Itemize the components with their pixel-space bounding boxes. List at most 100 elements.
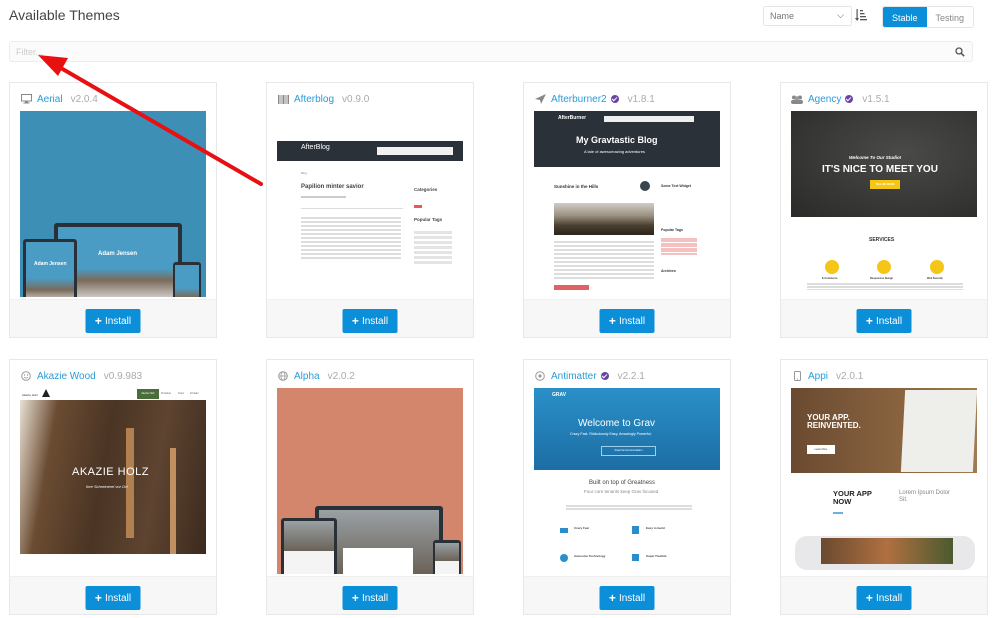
install-button[interactable]: + Install	[599, 309, 655, 333]
thumb-section: SERVICES	[869, 237, 895, 243]
theme-name-link[interactable]: Alpha	[294, 371, 320, 382]
thumb-section: Built on top of Greatness	[589, 480, 656, 486]
thumb-sidebar-1: Categories	[414, 187, 438, 192]
card-footer: + Install	[267, 576, 473, 614]
mobile-icon	[791, 371, 803, 381]
plus-icon: +	[94, 314, 102, 328]
install-button[interactable]: + Install	[856, 586, 912, 610]
card-footer: + Install	[524, 299, 730, 337]
theme-card-alpha: Alpha v2.0.2 + Install	[266, 359, 474, 615]
install-button[interactable]: + Install	[856, 309, 912, 333]
thumb-feature-4: Super Flexible	[646, 554, 667, 558]
theme-version: v1.8.1	[627, 93, 655, 105]
thumb-subline: A tale of awesomazing adventures	[584, 149, 645, 154]
thumb-feature-1: E-Commerce	[822, 277, 838, 280]
sort-amount-asc-icon[interactable]	[855, 8, 867, 22]
install-label: Install	[618, 592, 646, 604]
thumb-feature-1: Crazy Fast	[574, 526, 590, 530]
install-button[interactable]: + Install	[342, 586, 398, 610]
theme-name-link[interactable]: Afterburner2	[551, 94, 607, 105]
install-label: Install	[361, 315, 389, 327]
theme-thumbnail[interactable]: GRAV Welcome to Grav Crazy Fast. Ridicul…	[534, 388, 720, 574]
theme-thumbnail[interactable]: AfterBurner My Gravtastic Blog A tale of…	[534, 111, 720, 297]
thumb-headline: Welcome to Grav	[578, 418, 656, 429]
theme-name-link[interactable]: Antimatter	[551, 371, 597, 382]
smile-icon	[20, 371, 32, 381]
plus-icon: +	[608, 591, 616, 605]
theme-version: v2.0.1	[836, 370, 864, 382]
thumb-brand: Akazie Holz	[22, 393, 38, 397]
thumb-feature-2: Easy to build	[646, 526, 665, 530]
theme-card-agency: Agency v1.5.1 Welcome To Our Studio! IT'…	[780, 82, 988, 338]
thumb-nav-4: Kontakt	[190, 392, 199, 395]
atom-icon	[534, 371, 546, 381]
theme-version: v2.2.1	[617, 370, 645, 382]
thumb-nav-2: Produkte	[161, 392, 172, 395]
thumb-cta: Learn More	[807, 445, 835, 454]
card-footer: + Install	[267, 299, 473, 337]
install-button[interactable]: + Install	[85, 586, 141, 610]
thumb-brand: GRAV	[552, 392, 567, 398]
verified-badge-icon	[610, 95, 619, 103]
plus-icon: +	[865, 314, 873, 328]
thumb-subline: Crazy Fast. Ridiculously Easy. Amazingly…	[570, 432, 652, 436]
theme-card-afterblog: Afterblog v0.9.0 AfterBlog Blog Papilion…	[266, 82, 474, 338]
install-button[interactable]: + Install	[599, 586, 655, 610]
thumb-post-title: Papilion minter savior	[301, 184, 364, 190]
thumb-tagline: Welcome To Our Studio!	[849, 155, 902, 160]
barcode-icon	[277, 94, 289, 104]
thumb-headline: YOUR APP. REINVENTED.	[807, 413, 861, 430]
install-label: Install	[104, 592, 132, 604]
theme-thumbnail[interactable]: Welcome To Our Studio! IT'S NICE TO MEET…	[791, 111, 977, 297]
theme-thumbnail[interactable]: YOUR APP. REINVENTED. Learn More YOUR AP…	[791, 388, 977, 574]
sort-select[interactable]: Name ⌵	[763, 6, 852, 26]
install-label: Install	[618, 315, 646, 327]
thumb-post-title: Sunshine in the Hills	[554, 184, 599, 189]
thumb-headline: IT'S NICE TO MEET YOU	[822, 164, 938, 175]
thumb-sidebar-2: Popular Tags	[414, 217, 443, 222]
theme-card-afterburner2: Afterburner2 v1.8.1 AfterBurner My Gravt…	[523, 82, 731, 338]
theme-name-link[interactable]: Agency	[808, 94, 841, 105]
thumb-brand: AfterBurner	[558, 115, 587, 121]
thumb-feature-2: Responsive Design	[870, 277, 894, 280]
card-footer: + Install	[10, 299, 216, 337]
install-label: Install	[361, 592, 389, 604]
plane-icon	[534, 94, 546, 104]
install-button[interactable]: + Install	[85, 309, 141, 333]
theme-card-antimatter: Antimatter v2.2.1 GRAV Welcome to Grav C…	[523, 359, 731, 615]
theme-card-aerial: Aerial v2.0.4 Adam Jensen Adam Jensen + I…	[9, 82, 217, 338]
thumb-feature-3: Web Security	[927, 277, 943, 280]
sort-select-value: Name	[770, 11, 795, 21]
theme-card-akazie-wood: Akazie Wood v0.9.983 Akazie Holz Akazie …	[9, 359, 217, 615]
theme-version: v1.5.1	[862, 93, 890, 105]
theme-thumbnail[interactable]: AfterBlog Blog Papilion minter savior Ca…	[277, 111, 463, 297]
stable-button[interactable]: Stable	[883, 7, 927, 27]
theme-thumbnail[interactable]: Akazie Holz Akazie Holz Produkte Team Ko…	[20, 388, 206, 574]
header: Available Themes Name ⌵ Stable Testing	[0, 0, 1000, 32]
testing-button[interactable]: Testing	[926, 7, 974, 27]
theme-version: v2.0.4	[70, 93, 98, 105]
thumb-subline: Ihre Schreinerei vor Ort	[86, 484, 128, 489]
thumb-section-sub: Four core tenants keep Grav focused	[584, 489, 659, 494]
theme-version: v0.9.0	[342, 93, 370, 105]
thumb-feature-3: Awesome Technology	[574, 554, 606, 558]
globe-icon	[277, 371, 289, 381]
install-label: Install	[875, 592, 903, 604]
card-footer: + Install	[781, 299, 987, 337]
thumb-cta: Read the Documentation	[601, 446, 656, 456]
theme-name-link[interactable]: Afterblog	[294, 94, 334, 105]
filter-input[interactable]	[10, 42, 972, 62]
thumb-headline: My Gravtastic Blog	[576, 135, 658, 145]
page-title: Available Themes	[9, 7, 120, 23]
theme-name-link[interactable]: Akazie Wood	[37, 371, 96, 382]
card-footer: + Install	[524, 576, 730, 614]
card-footer: + Install	[10, 576, 216, 614]
theme-thumbnail[interactable]: Adam Jensen Adam Jensen	[20, 111, 206, 297]
install-button[interactable]: + Install	[342, 309, 398, 333]
filter-field	[9, 41, 973, 62]
search-icon[interactable]	[955, 47, 965, 57]
desktop-icon	[20, 94, 32, 104]
theme-thumbnail[interactable]	[277, 388, 463, 574]
theme-name-link[interactable]: Appi	[808, 371, 828, 382]
theme-name-link[interactable]: Aerial	[37, 94, 63, 105]
